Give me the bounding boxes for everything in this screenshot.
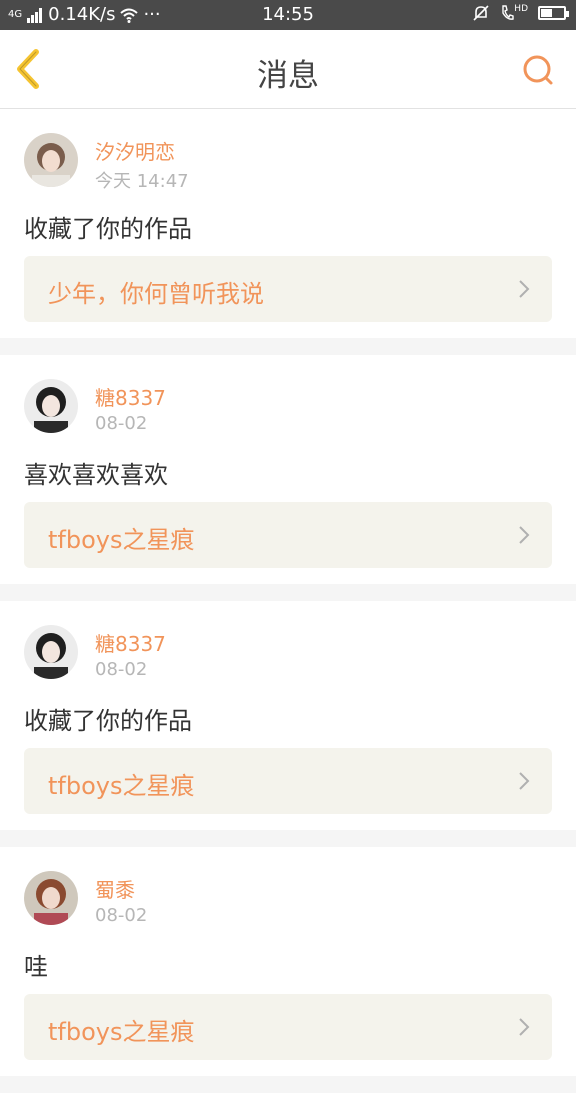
search-icon — [523, 55, 553, 85]
message-card[interactable]: 糖8337 08-02 收藏了你的作品 tfboys之星痕 — [0, 601, 576, 830]
avatar[interactable] — [24, 871, 78, 925]
message-card[interactable]: 糖8337 08-02 喜欢喜欢喜欢 tfboys之星痕 — [0, 355, 576, 584]
message-time: 08-02 — [95, 905, 148, 926]
message-list: 汐汐明恋 今天 14:47 收藏了你的作品 少年，你何曾听我说 糖8337 08… — [0, 109, 576, 1093]
username[interactable]: 汐汐明恋 — [95, 136, 175, 165]
username[interactable]: 糖8337 — [95, 628, 166, 657]
hd-badge: HD — [514, 4, 528, 14]
work-title: tfboys之星痕 — [48, 1018, 195, 1046]
avatar-image — [24, 625, 78, 679]
username[interactable]: 蜀黍 — [95, 874, 135, 903]
work-link[interactable]: 少年，你何曾听我说 — [24, 256, 552, 322]
username[interactable]: 糖8337 — [95, 382, 166, 411]
work-title: tfboys之星痕 — [48, 772, 195, 800]
message-card[interactable]: 汐汐明恋 今天 14:47 收藏了你的作品 少年，你何曾听我说 — [0, 109, 576, 338]
chevron-right-icon — [519, 772, 530, 790]
work-title: tfboys之星痕 — [48, 526, 195, 554]
avatar[interactable] — [24, 625, 78, 679]
message-text: 哇 — [24, 953, 48, 981]
app-header: 消息 — [0, 30, 576, 109]
work-link[interactable]: tfboys之星痕 — [24, 748, 552, 814]
page-title: 消息 — [257, 58, 319, 94]
message-text: 收藏了你的作品 — [24, 707, 192, 735]
message-text: 喜欢喜欢喜欢 — [24, 461, 168, 489]
status-right: HD — [472, 4, 569, 22]
chevron-right-icon — [519, 1018, 530, 1036]
status-bar: 4G 0.14K/s ··· 14:55 HD — [0, 0, 576, 30]
work-title: 少年，你何曾听我说 — [48, 280, 264, 308]
message-time: 今天 14:47 — [95, 171, 189, 192]
call-icon — [502, 5, 514, 20]
chevron-right-icon — [519, 526, 530, 544]
battery-icon — [538, 6, 569, 20]
message-time: 08-02 — [95, 413, 148, 434]
avatar-image — [24, 871, 78, 925]
message-card[interactable]: 蜀黍 08-02 哇 tfboys之星痕 — [0, 847, 576, 1076]
mute-bell-icon — [473, 5, 489, 21]
search-button[interactable] — [518, 50, 558, 90]
work-link[interactable]: tfboys之星痕 — [24, 994, 552, 1060]
avatar[interactable] — [24, 133, 78, 187]
avatar-image — [24, 379, 78, 433]
work-link[interactable]: tfboys之星痕 — [24, 502, 552, 568]
avatar-image — [24, 133, 78, 187]
chevron-right-icon — [519, 280, 530, 298]
message-time: 08-02 — [95, 659, 148, 680]
message-text: 收藏了你的作品 — [24, 215, 192, 243]
avatar[interactable] — [24, 379, 78, 433]
